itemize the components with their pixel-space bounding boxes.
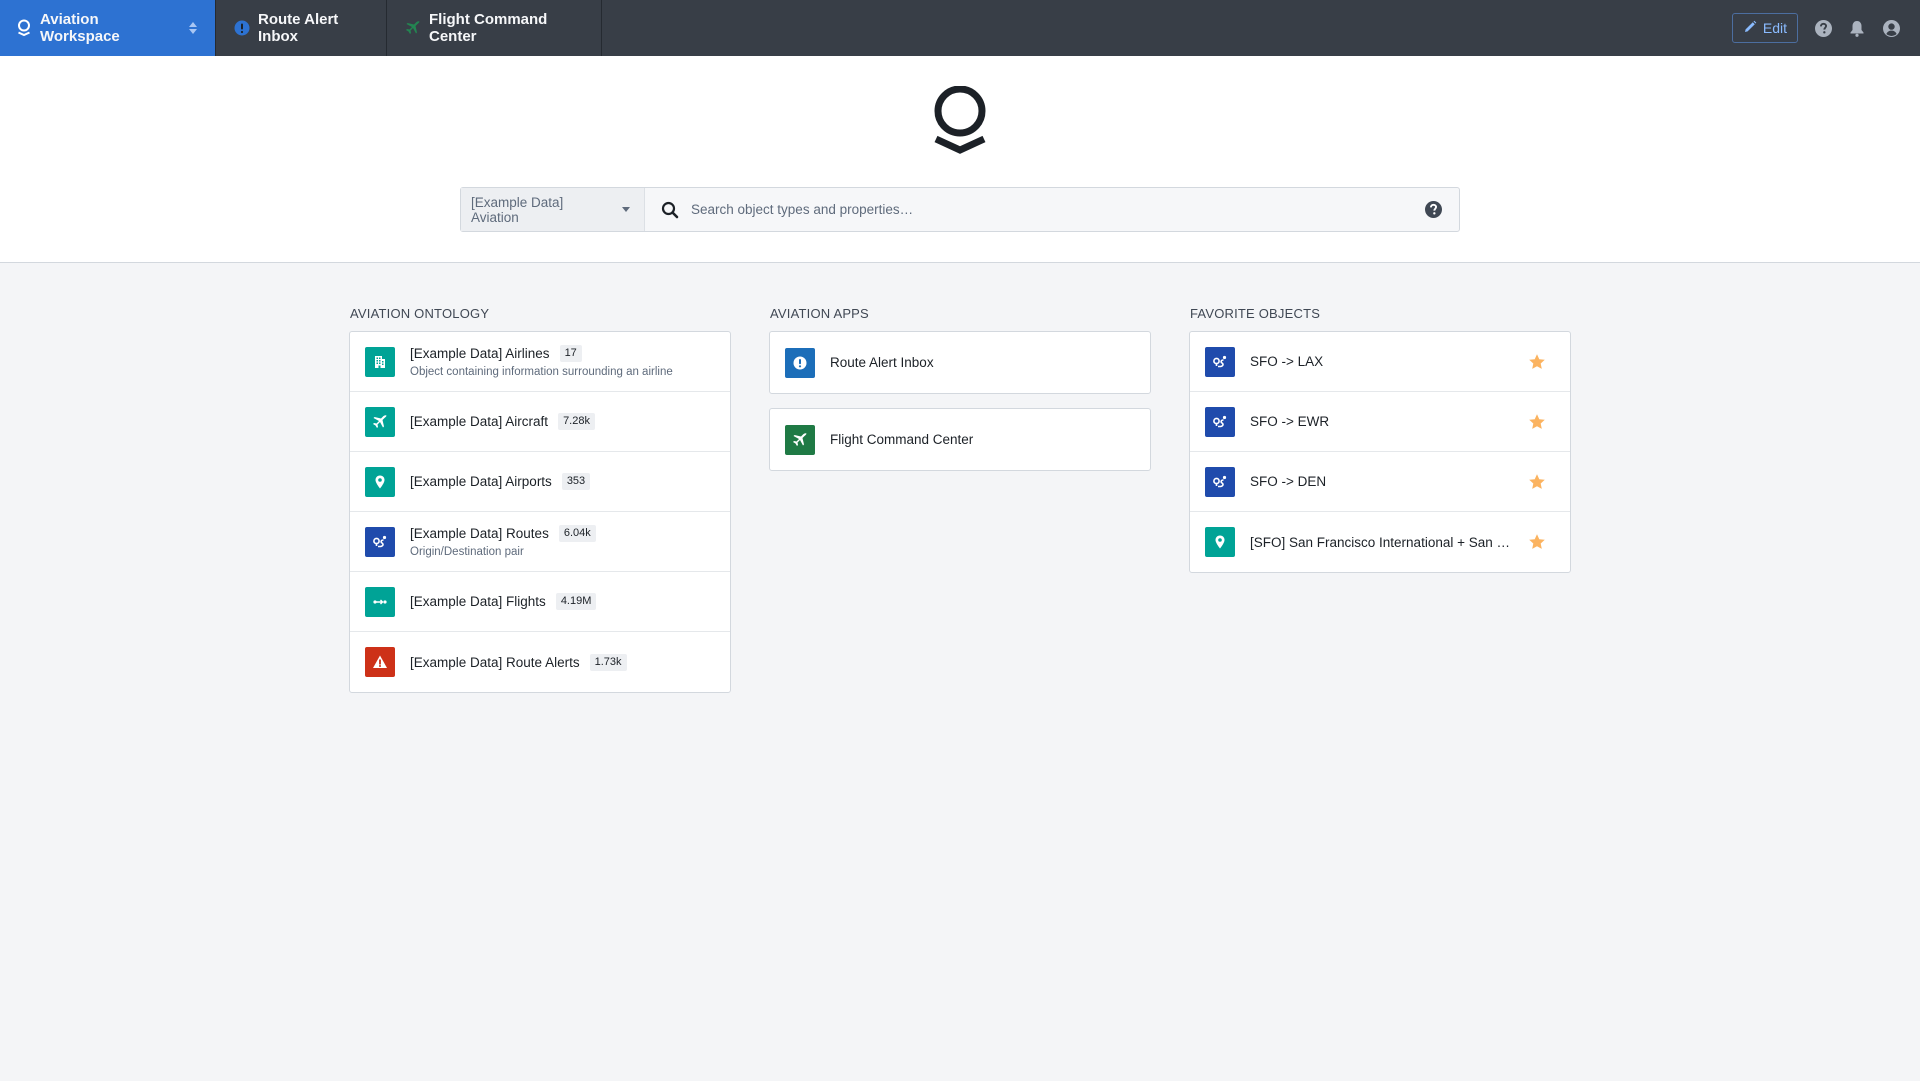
object-type-name: [Example Data] Airlines [410,346,550,361]
palantir-logo-icon [932,85,988,158]
object-count-badge: 17 [559,345,582,362]
route-icon [1205,406,1235,437]
list-item-airports[interactable]: [Example Data] Airports 353 [350,452,730,512]
favorite-object-name: SFO -> DEN [1250,474,1327,489]
favorite-object-name: SFO -> EWR [1250,414,1330,429]
tab-flight-command-center[interactable]: Flight Command Center [387,0,602,56]
help-icon[interactable] [1814,19,1832,37]
scope-label: [Example Data] Aviation [471,194,564,225]
favorite-item-sfo-ewr[interactable]: SFO -> EWR [1190,392,1570,452]
list-item-flights[interactable]: [Example Data] Flights 4.19M [350,572,730,632]
search-icon [661,201,679,219]
airplane-icon [405,20,421,36]
alert-circle-icon [234,20,250,36]
map-marker-icon [1205,527,1235,557]
favorite-item-sfo-den[interactable]: SFO -> DEN [1190,452,1570,512]
notifications-bell-icon[interactable] [1848,19,1866,37]
star-icon[interactable] [1528,413,1546,431]
building-icon [365,346,395,377]
airplane-icon [785,424,815,455]
section-title: AVIATION APPS [770,306,869,321]
tab-label: Flight Command Center [429,11,548,45]
tab-route-alert-inbox[interactable]: Route Alert Inbox [216,0,387,56]
favorite-objects-section: FAVORITE OBJECTS SFO -> LAX SFO -> EWR S… [1189,300,1571,573]
star-icon[interactable] [1528,533,1546,551]
object-type-name: [Example Data] Routes [410,526,549,541]
object-type-description: Object containing information surroundin… [410,366,673,378]
edit-button[interactable]: Edit [1731,13,1798,43]
section-title: FAVORITE OBJECTS [1190,306,1321,321]
object-type-description: Origin/Destination pair [410,546,524,558]
workspace-label: Aviation Workspace [40,11,120,45]
app-name: Flight Command Center [830,432,974,447]
app-card-flight-command-center[interactable]: Flight Command Center [769,408,1151,471]
alert-circle-icon [785,347,815,378]
object-count-badge: 1.73k [589,653,627,671]
map-marker-icon [365,466,395,497]
edit-label: Edit [1762,20,1787,36]
search-hero: [Example Data] Aviation [0,56,1920,263]
favorite-object-name: [SFO] San Francisco International + San … [1250,534,1515,550]
object-types-list: [Example Data] Airlines 17 Object contain… [349,331,731,693]
airplane-icon [365,406,395,437]
object-count-badge: 6.04k [558,525,596,542]
app-name: Route Alert Inbox [830,355,934,370]
search-input[interactable] [679,188,1425,231]
object-type-name: [Example Data] Airports [410,474,552,489]
list-item-aircraft[interactable]: [Example Data] Aircraft 7.28k [350,392,730,452]
workspace-switcher[interactable]: Aviation Workspace [0,0,216,56]
route-icon [1205,346,1235,377]
ontology-scope-dropdown[interactable]: [Example Data] Aviation [461,188,645,231]
user-account-icon[interactable] [1882,19,1900,37]
object-type-name: [Example Data] Flights [410,594,546,609]
caret-down-icon [622,207,630,212]
pencil-icon [1743,20,1757,37]
app-card-route-alert-inbox[interactable]: Route Alert Inbox [769,331,1151,394]
search-help-icon[interactable] [1425,200,1443,219]
list-item-airlines[interactable]: [Example Data] Airlines 17 Object contain… [350,332,730,392]
route-icon [1205,466,1235,497]
list-item-routes[interactable]: [Example Data] Routes 6.04k Origin/Destin… [350,512,730,572]
object-type-name: [Example Data] Aircraft [410,414,549,429]
star-icon[interactable] [1528,473,1546,491]
object-search-bar: [Example Data] Aviation [460,187,1460,232]
object-count-badge: 353 [561,473,591,490]
flow-icon [365,586,395,617]
section-title: AVIATION ONTOLOGY [350,306,490,321]
list-item-route-alerts[interactable]: [Example Data] Route Alerts 1.73k [350,632,730,692]
route-icon [365,526,395,557]
object-count-badge: 7.28k [558,413,595,430]
favorite-item-sfo-airport[interactable]: [SFO] San Francisco International + San … [1190,512,1570,572]
favorite-objects-list: SFO -> LAX SFO -> EWR SFO -> DEN [SFO] S… [1189,331,1571,573]
top-navigation-bar: Aviation Workspace Route Alert Inbox Fli… [0,0,1920,56]
favorite-item-sfo-lax[interactable]: SFO -> LAX [1190,332,1570,392]
object-count-badge: 4.19M [555,593,597,610]
aviation-apps-section: AVIATION APPS Route Alert Inbox Flight C… [769,300,1151,485]
warning-icon [365,647,395,677]
aviation-ontology-section: AVIATION ONTOLOGY [Example Data] Airline… [349,300,731,693]
tab-label: Route Alert Inbox [258,11,339,45]
double-caret-icon [185,20,201,36]
palantir-logo-icon [16,19,32,37]
favorite-object-name: SFO -> LAX [1250,354,1324,369]
star-icon[interactable] [1528,353,1546,371]
object-type-name: [Example Data] Route Alerts [410,654,580,670]
